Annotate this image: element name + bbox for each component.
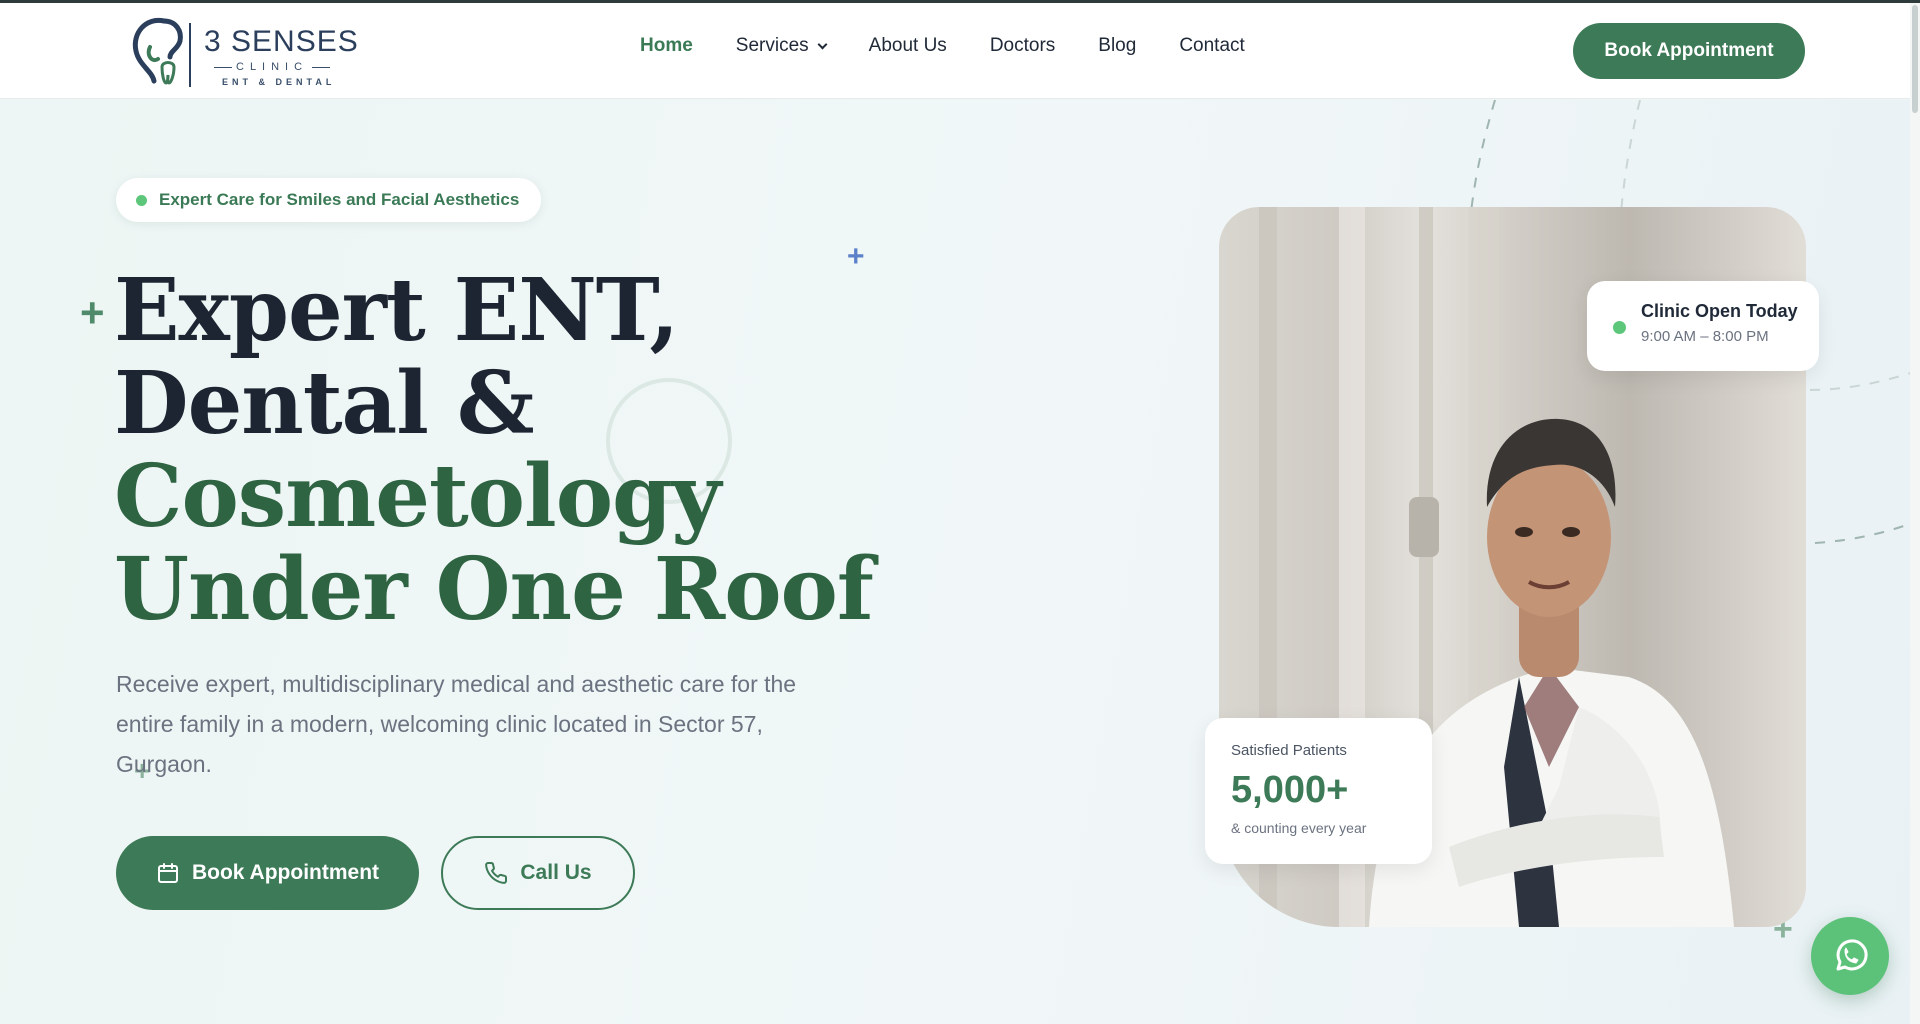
stats-note: & counting every year [1231,820,1367,836]
scrollbar-thumb[interactable] [1912,5,1918,113]
nav-doctors[interactable]: Doctors [990,35,1055,57]
logo-clinic-text: CLINIC [204,61,359,73]
clinic-status-title: Clinic Open Today [1641,301,1798,321]
nav-services-label: Services [735,35,809,56]
open-status-dot-icon [1613,321,1626,334]
headline-line-4: Under One Roof [114,539,874,640]
stats-value: 5,000+ [1231,769,1349,811]
call-us-button[interactable]: Call Us [441,836,635,910]
nav-about-us[interactable]: About Us [869,35,947,57]
nav-home[interactable]: Home [640,35,693,57]
nav-contact[interactable]: Contact [1179,35,1244,57]
headline-line-3: Cosmetology [114,446,721,547]
decorative-plus-icon: + [80,289,105,336]
call-us-label: Call Us [520,861,592,884]
clinic-status-card: Clinic Open Today 9:00 AM – 8:00 PM [1587,281,1819,371]
headline-line-2: Dental & [114,353,535,454]
clinic-logo[interactable]: 3 SENSES CLINIC ENT & DENTAL [124,11,358,91]
ear-tooth-logo-icon [132,17,191,87]
headline-line-1: Expert ENT, [114,260,679,361]
whatsapp-icon [1836,939,1868,971]
logo-brand-text: 3 SENSES [204,25,359,58]
stats-label: Satisfied Patients [1231,742,1347,759]
logo-subtitle: ENT & DENTAL [222,77,336,87]
book-appointment-button[interactable]: Book Appointment [116,836,419,910]
chevron-down-icon [817,39,828,49]
hero-badge-text: Expert Care for Smiles and Facial Aesthe… [159,190,520,209]
top-border [0,0,1920,3]
hero-description: Receive expert, multidisciplinary medica… [116,671,797,777]
status-dot-icon [136,194,147,206]
patients-stats-card: Satisfied Patients 5,000+ & counting eve… [1205,718,1432,864]
page-scrollbar[interactable] [1910,3,1920,1024]
whatsapp-button[interactable] [1811,917,1889,995]
phone-icon [485,861,508,884]
hero-headline: Expert ENT, Dental & Cosmetology Under O… [114,264,874,636]
hero-badge: Expert Care for Smiles and Facial Aesthe… [116,178,542,222]
main-nav: Home Services About Us Doctors Blog Cont… [640,35,1288,57]
header-book-appointment-button[interactable]: Book Appointment [1573,23,1805,79]
clinic-status-hours: 9:00 AM – 8:00 PM [1641,328,1769,345]
nav-blog[interactable]: Blog [1098,35,1136,57]
site-header: 3 SENSES CLINIC ENT & DENTAL Home Servic… [0,3,1920,99]
nav-services[interactable]: Services [735,35,828,57]
calendar-icon [157,863,178,883]
book-appointment-label: Book Appointment [191,861,380,884]
hero-section: + + + + Expert Care for Smiles and Facia… [0,100,1920,1024]
